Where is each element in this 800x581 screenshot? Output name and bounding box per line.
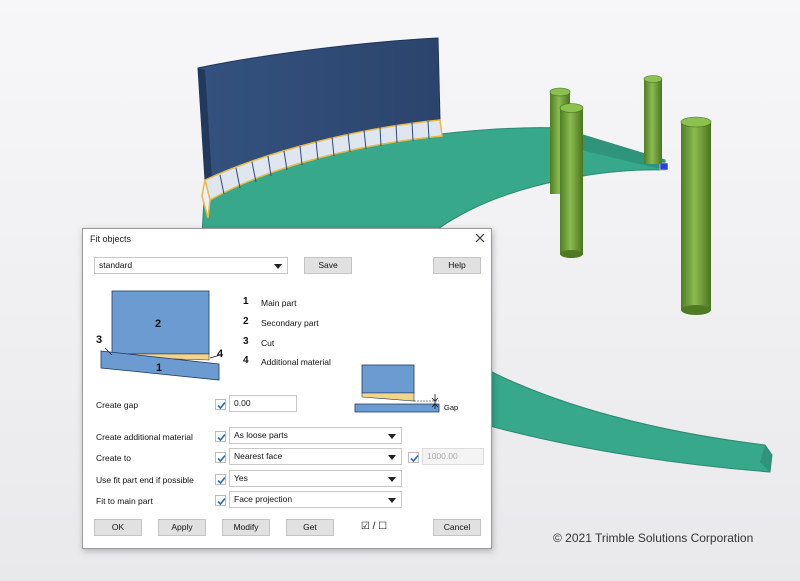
diagram-number-2: 2 [155, 318, 161, 330]
column-2 [643, 75, 663, 164]
diagram-number-4: 4 [217, 348, 224, 360]
create-to-select[interactable]: Nearest face [229, 448, 402, 465]
use-fit-end-label: Use fit part end if possible [96, 475, 194, 485]
checkmark-icon [217, 401, 226, 410]
legend-label-additional-material: Additional material [261, 357, 331, 367]
modify-button[interactable]: Modify [222, 519, 270, 536]
fit-to-main-value: Face projection [234, 494, 293, 504]
legend-label-secondary-part: Secondary part [261, 318, 319, 328]
additional-material-label: Create additional material [96, 432, 193, 442]
create-to-value: Nearest face [234, 451, 283, 461]
create-gap-input[interactable]: 0.00 [229, 395, 297, 412]
create-to-distance-input[interactable]: 1000.00 [422, 448, 484, 465]
chevron-down-icon [388, 498, 396, 503]
legend-number: 1 [243, 296, 249, 307]
chevron-down-icon [274, 264, 282, 269]
additional-material-checkbox[interactable] [215, 431, 226, 442]
cancel-button[interactable]: Cancel [433, 519, 481, 536]
settings-select[interactable]: standard [94, 257, 288, 274]
fit-to-main-select[interactable]: Face projection [229, 491, 402, 508]
additional-material-value: As loose parts [234, 430, 288, 440]
diagram-number-3: 3 [96, 334, 102, 346]
dialog-title: Fit objects [90, 234, 132, 244]
column-4 [680, 116, 712, 315]
create-gap-checkbox[interactable] [215, 399, 226, 410]
legend-number: 2 [243, 316, 249, 327]
copyright-text: © 2021 Trimble Solutions Corporation [553, 531, 754, 545]
gap-label: Gap [444, 403, 459, 412]
additional-material-select[interactable]: As loose parts [229, 427, 402, 444]
create-to-distance-checkbox[interactable] [408, 452, 419, 463]
column-3 [559, 103, 584, 258]
checkmark-icon [217, 433, 226, 442]
legend-number: 4 [243, 355, 249, 366]
checkmark-icon [217, 497, 226, 506]
fit-to-main-label: Fit to main part [96, 496, 153, 506]
legend-label-cut: Cut [261, 338, 275, 348]
legend-number: 3 [243, 336, 249, 347]
chevron-down-icon [388, 477, 396, 482]
save-button[interactable]: Save [304, 257, 352, 274]
use-fit-end-select[interactable]: Yes [229, 470, 402, 487]
toggle-all-button[interactable]: ☑ / ☐ [350, 519, 398, 536]
use-fit-end-checkbox[interactable] [215, 474, 226, 485]
checkmark-icon [410, 454, 419, 463]
fit-objects-dialog: Fit objects standard Save Help 2 1 3 4 1… [82, 228, 492, 549]
diagram-number-1: 1 [156, 362, 162, 374]
chevron-down-icon [388, 434, 396, 439]
create-gap-label: Create gap [96, 400, 139, 410]
close-icon[interactable] [473, 231, 487, 245]
settings-select-value: standard [99, 260, 133, 270]
help-button[interactable]: Help [433, 257, 481, 274]
dialog-titlebar: Fit objects [83, 229, 491, 249]
legend-label-main-part: Main part [261, 298, 297, 308]
ok-button[interactable]: OK [94, 519, 142, 536]
get-button[interactable]: Get [286, 519, 334, 536]
create-to-checkbox[interactable] [215, 452, 226, 463]
use-fit-end-value: Yes [234, 473, 248, 483]
apply-button[interactable]: Apply [158, 519, 206, 536]
create-to-label: Create to [96, 453, 131, 463]
fit-diagram: 2 1 3 4 [96, 290, 224, 381]
checkmark-icon [217, 476, 226, 485]
gap-diagram [354, 364, 440, 413]
checkmark-icon [217, 454, 226, 463]
chevron-down-icon [388, 455, 396, 460]
fit-to-main-checkbox[interactable] [215, 495, 226, 506]
